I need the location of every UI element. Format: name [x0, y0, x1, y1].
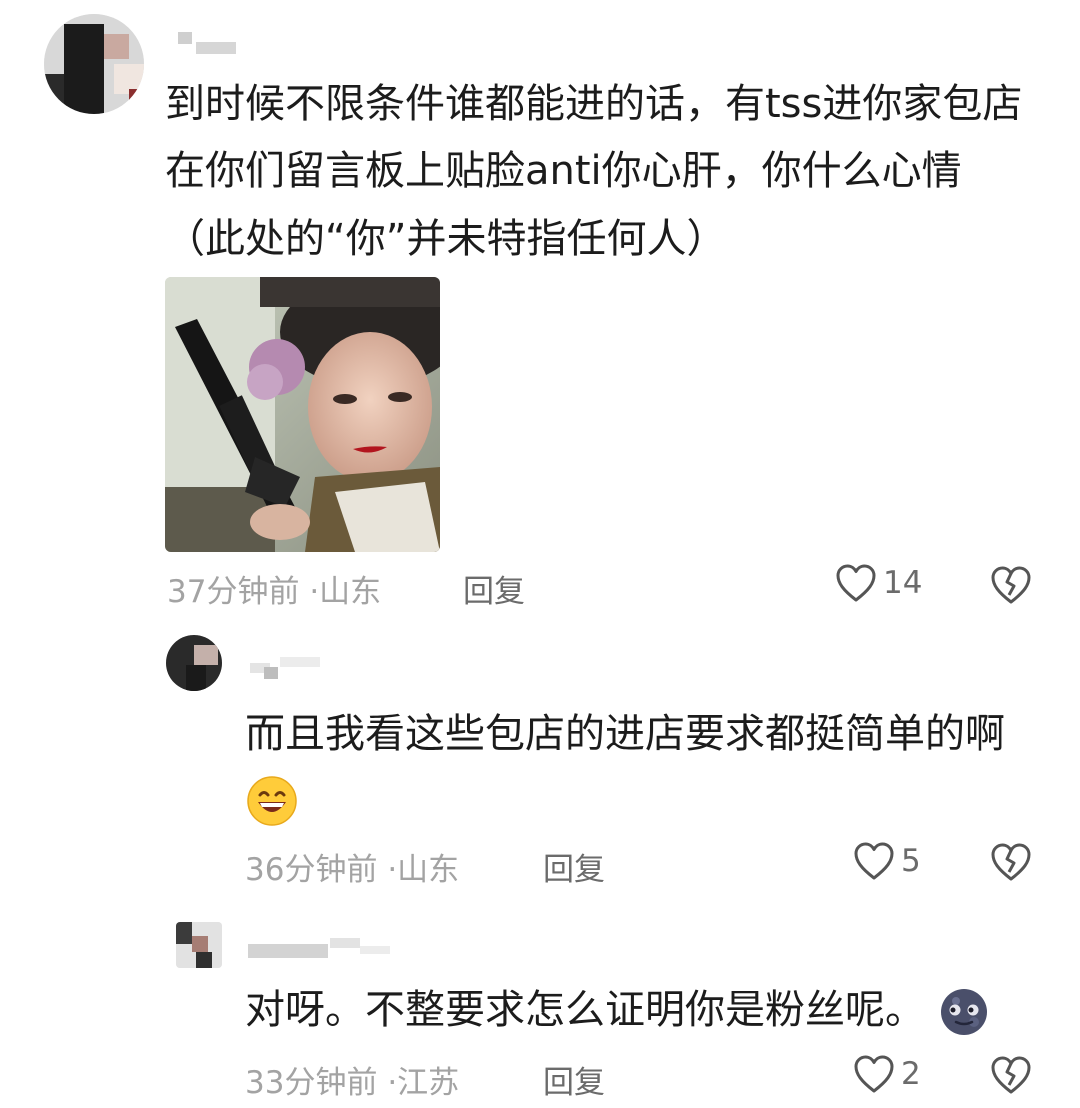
comment-time: 33分钟前 [245, 1065, 378, 1101]
comment-time: 36分钟前 [245, 852, 378, 888]
dislike-button[interactable] [990, 1055, 1032, 1099]
comment-meta: 37分钟前 ·山东 [167, 566, 381, 611]
like-count: 5 [901, 843, 921, 879]
broken-heart-icon [991, 1056, 1031, 1094]
comment-location: 山东 [319, 574, 382, 610]
comment-time: 37分钟前 [167, 574, 300, 610]
meta-separator: · [309, 574, 320, 610]
comment-text-line: （此处的“你”并未特指任何人） [165, 216, 727, 262]
comment-meta: 33分钟前 ·江苏 [245, 1057, 459, 1102]
comment-text-line: 对呀。不整要求怎么证明你是粉丝呢。 [245, 976, 990, 1044]
comment-location: 江苏 [397, 1065, 460, 1101]
username-blurred[interactable] [250, 657, 350, 679]
reply-button[interactable]: 回复 [543, 1057, 605, 1102]
like-button[interactable]: 14 [835, 563, 922, 603]
comment-location: 山东 [397, 852, 460, 888]
like-button[interactable]: 2 [853, 1054, 921, 1094]
reply-button[interactable]: 回复 [463, 566, 525, 611]
dislike-button[interactable] [990, 565, 1032, 609]
username-blurred[interactable] [248, 938, 398, 960]
like-button[interactable]: 5 [853, 841, 921, 881]
comment-emoji-line [245, 765, 299, 833]
drama-still-image [165, 277, 440, 552]
heart-outline-icon [836, 564, 876, 602]
grinning-sweat-emoji [247, 776, 297, 826]
comment-text-line: 在你们留言板上贴脸anti你心肝，你什么心情 [165, 148, 962, 194]
username-blurred[interactable] [178, 32, 238, 54]
comment-text-line: 到时候不限条件谁都能进的话，有tss进你家包店 [165, 81, 1023, 127]
comment-image[interactable] [165, 277, 440, 552]
avatar[interactable] [166, 635, 222, 691]
new-moon-face-emoji [940, 989, 987, 1035]
like-count: 2 [901, 1056, 921, 1092]
heart-outline-icon [854, 842, 894, 880]
like-count: 14 [883, 565, 923, 601]
comment-text: 对呀。不整要求怎么证明你是粉丝呢。 [245, 987, 925, 1033]
avatar[interactable] [44, 14, 144, 114]
reply-button[interactable]: 回复 [543, 844, 605, 889]
dislike-button[interactable] [990, 842, 1032, 886]
broken-heart-icon [991, 566, 1031, 604]
broken-heart-icon [991, 843, 1031, 881]
meta-separator: · [387, 852, 398, 888]
comment-text-line: 而且我看这些包店的进店要求都挺简单的啊 [245, 711, 1005, 757]
heart-outline-icon [854, 1055, 894, 1093]
meta-separator: · [387, 1065, 398, 1101]
comment-meta: 36分钟前 ·山东 [245, 844, 459, 889]
avatar[interactable] [176, 922, 222, 968]
